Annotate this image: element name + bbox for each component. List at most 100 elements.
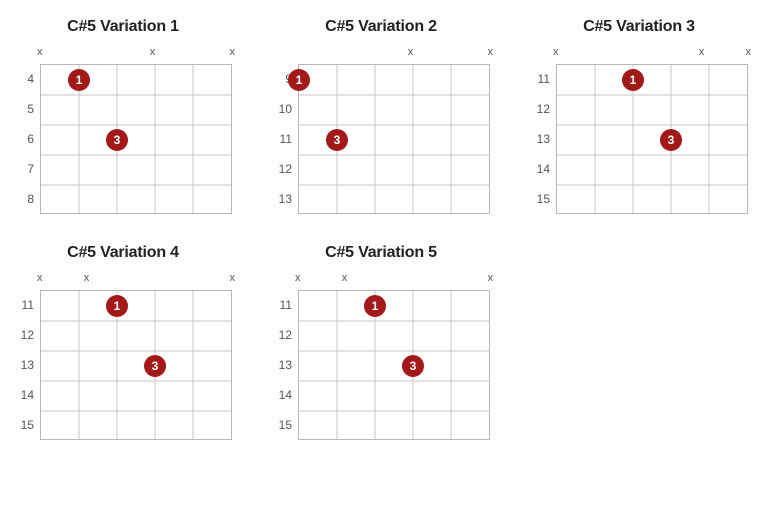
fret-number: 14 xyxy=(530,154,550,184)
fret-number: 13 xyxy=(272,350,292,380)
fret-labels: 1112131415 xyxy=(14,272,40,440)
string-marker: x xyxy=(460,272,493,290)
finger-dot: 3 xyxy=(326,129,348,151)
fret-number: 13 xyxy=(272,184,292,214)
diagram: 910111213xx13 xyxy=(272,46,490,214)
finger-number: 1 xyxy=(372,299,379,313)
diagram: 45678xxx13 xyxy=(14,46,232,214)
string-markers: xxx xyxy=(40,272,232,290)
string-marker: x xyxy=(328,272,361,290)
finger-dot: 3 xyxy=(106,129,128,151)
string-marker xyxy=(361,272,394,290)
string-marker: x xyxy=(136,46,169,64)
diagram: 1112131415xxx13 xyxy=(530,46,748,214)
finger-dot: 1 xyxy=(288,69,310,91)
fret-number: 6 xyxy=(14,124,34,154)
string-marker xyxy=(427,272,460,290)
string-marker xyxy=(70,46,103,64)
string-marker: x xyxy=(394,46,427,64)
chord-diagram: C#5 Variation 41112131415xxx13 xyxy=(14,244,232,440)
string-marker xyxy=(394,272,427,290)
chord-diagram: C#5 Variation 51112131415xxx13 xyxy=(272,244,490,440)
finger-number: 1 xyxy=(630,73,637,87)
finger-number: 3 xyxy=(114,133,121,147)
finger-dot: 1 xyxy=(68,69,90,91)
string-marker: x xyxy=(553,46,586,64)
fret-number: 12 xyxy=(530,94,550,124)
fret-number: 14 xyxy=(14,380,34,410)
string-marker: x xyxy=(70,272,103,290)
fret-number: 13 xyxy=(14,350,34,380)
string-marker: x xyxy=(295,272,328,290)
string-marker: x xyxy=(685,46,718,64)
finger-number: 3 xyxy=(152,359,159,373)
string-marker xyxy=(103,46,136,64)
finger-dot: 3 xyxy=(660,129,682,151)
fret-number: 11 xyxy=(272,290,292,320)
finger-dot: 1 xyxy=(106,295,128,317)
chord-diagram: C#5 Variation 145678xxx13 xyxy=(14,18,232,214)
fret-number: 4 xyxy=(14,64,34,94)
fret-number: 12 xyxy=(272,154,292,184)
string-marker: x xyxy=(202,272,235,290)
diagram: 1112131415xxx13 xyxy=(272,272,490,440)
fret-number: 12 xyxy=(14,320,34,350)
string-marker xyxy=(619,46,652,64)
fret-number: 11 xyxy=(14,290,34,320)
string-marker: x xyxy=(460,46,493,64)
finger-number: 3 xyxy=(410,359,417,373)
fretboard: 13 xyxy=(556,64,748,214)
fret-labels: 1112131415 xyxy=(272,272,298,440)
string-marker xyxy=(136,272,169,290)
string-marker xyxy=(103,272,136,290)
string-marker xyxy=(361,46,394,64)
finger-number: 1 xyxy=(76,73,83,87)
fret-number: 7 xyxy=(14,154,34,184)
chord-diagram: C#5 Variation 31112131415xxx13 xyxy=(530,18,748,214)
chord-title: C#5 Variation 5 xyxy=(272,244,490,262)
chord-diagram: C#5 Variation 2910111213xx13 xyxy=(272,18,490,214)
finger-number: 1 xyxy=(296,73,303,87)
chord-title: C#5 Variation 1 xyxy=(14,18,232,36)
finger-dot: 3 xyxy=(402,355,424,377)
string-markers: xxx xyxy=(298,272,490,290)
finger-dot: 1 xyxy=(364,295,386,317)
string-marker xyxy=(169,272,202,290)
string-marker xyxy=(295,46,328,64)
fret-number: 15 xyxy=(530,184,550,214)
chord-title: C#5 Variation 4 xyxy=(14,244,232,262)
fret-number: 5 xyxy=(14,94,34,124)
fret-number: 11 xyxy=(272,124,292,154)
fret-number: 13 xyxy=(530,124,550,154)
fret-labels: 45678 xyxy=(14,46,40,214)
string-markers: xx xyxy=(298,46,490,64)
fretboard: 13 xyxy=(298,290,490,440)
finger-dot: 1 xyxy=(622,69,644,91)
finger-number: 1 xyxy=(114,299,121,313)
fret-number: 12 xyxy=(272,320,292,350)
chord-title: C#5 Variation 2 xyxy=(272,18,490,36)
string-marker: x xyxy=(37,272,70,290)
finger-number: 3 xyxy=(668,133,675,147)
string-marker xyxy=(427,46,460,64)
finger-dot: 3 xyxy=(144,355,166,377)
fret-number: 15 xyxy=(14,410,34,440)
diagram: 1112131415xxx13 xyxy=(14,272,232,440)
fretboard: 13 xyxy=(40,290,232,440)
string-marker xyxy=(328,46,361,64)
string-marker xyxy=(586,46,619,64)
fretboard: 13 xyxy=(40,64,232,214)
chord-grid: C#5 Variation 145678xxx13C#5 Variation 2… xyxy=(14,18,758,440)
string-marker xyxy=(169,46,202,64)
string-marker: x xyxy=(37,46,70,64)
string-marker: x xyxy=(202,46,235,64)
fretboard: 13 xyxy=(298,64,490,214)
chord-title: C#5 Variation 3 xyxy=(530,18,748,36)
fret-number: 10 xyxy=(272,94,292,124)
fret-number: 11 xyxy=(530,64,550,94)
finger-number: 3 xyxy=(334,133,341,147)
string-markers: xxx xyxy=(556,46,748,64)
fret-number: 15 xyxy=(272,410,292,440)
fret-number: 8 xyxy=(14,184,34,214)
string-marker: x xyxy=(718,46,751,64)
